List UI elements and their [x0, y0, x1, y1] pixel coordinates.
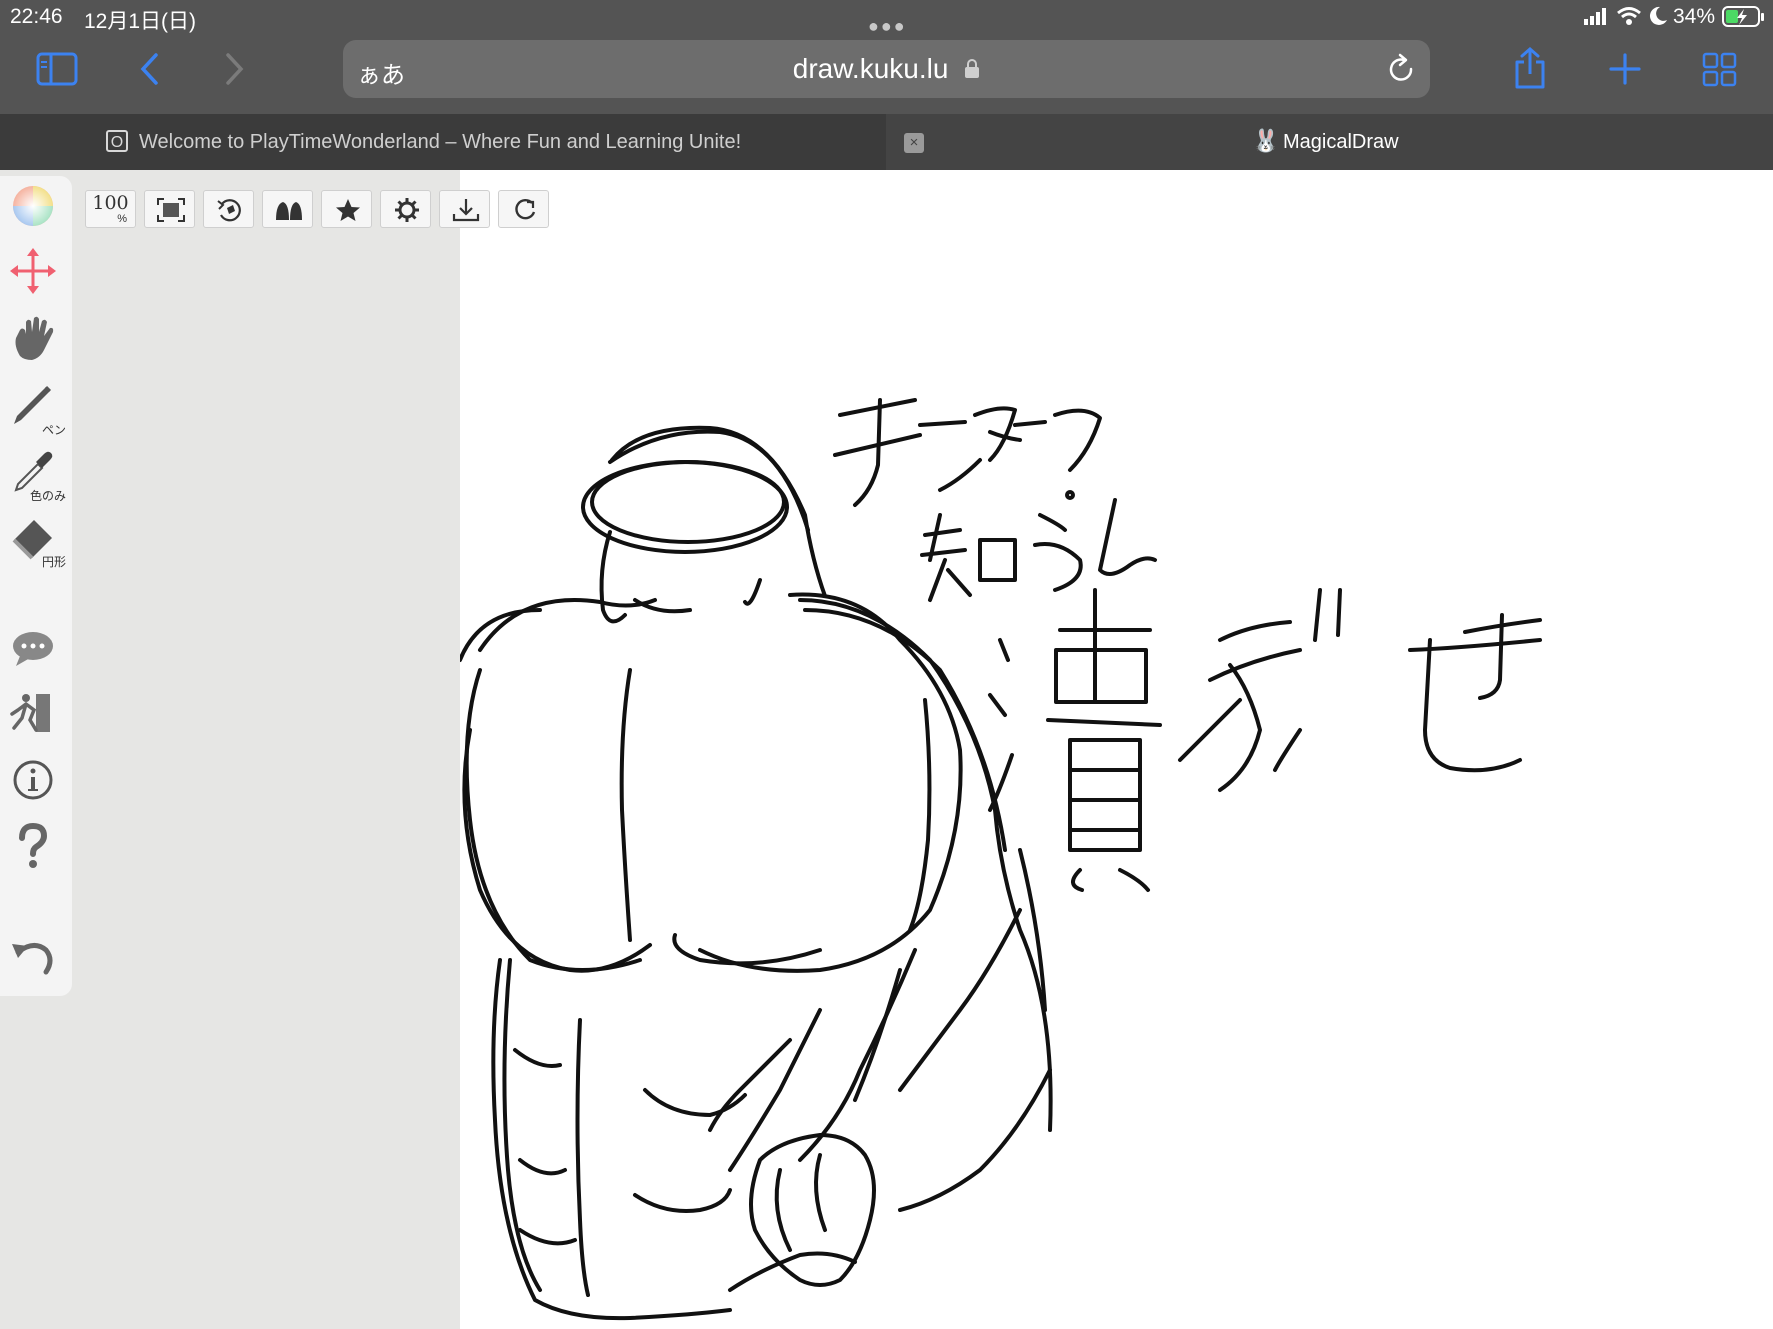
moon-icon	[1649, 6, 1667, 25]
tab-title: MagicalDraw	[1283, 131, 1399, 153]
gear-icon	[395, 198, 419, 222]
color-picker-tool[interactable]	[8, 180, 64, 236]
tab-bar: O Welcome to PlayTimeWonderland – Where …	[0, 114, 1773, 170]
speech-bubble-icon	[13, 632, 53, 666]
favorite-button[interactable]	[321, 190, 372, 228]
chat-button[interactable]	[8, 622, 64, 678]
url-text: draw.kuku.lu	[792, 53, 949, 84]
rotate-canvas-button[interactable]	[203, 190, 254, 228]
rabbit-icon: 🐰	[1252, 128, 1280, 153]
share-icon[interactable]	[1512, 46, 1548, 90]
download-icon	[452, 199, 480, 222]
back-chevron-icon[interactable]	[138, 52, 160, 86]
fit-screen-button[interactable]	[144, 190, 195, 228]
tool-palette: ペン 色のみ 円形	[0, 176, 72, 996]
move-tool[interactable]	[8, 246, 64, 302]
multitasking-dots-icon[interactable]: ●●●	[868, 16, 907, 37]
exit-door-icon	[10, 694, 50, 732]
address-bar[interactable]: ぁあ draw.kuku.lu	[343, 40, 1430, 98]
info-icon	[13, 760, 53, 800]
signal-icon	[1584, 8, 1606, 25]
move-arrows-icon	[10, 248, 56, 294]
star-icon	[336, 199, 360, 221]
undo-arrow-icon	[12, 943, 53, 975]
color-wheel-icon	[13, 186, 53, 226]
download-button[interactable]	[439, 190, 490, 228]
exit-room-button[interactable]	[8, 688, 64, 744]
rotate-icon	[217, 199, 241, 222]
battery-percent: 34%	[1673, 5, 1716, 28]
reload-icon[interactable]	[1384, 52, 1418, 86]
refresh-icon	[515, 198, 536, 220]
refresh-button[interactable]	[498, 190, 549, 228]
color-only-tool-label: 色のみ	[29, 489, 66, 503]
status-time: 22:46	[10, 5, 63, 28]
tab-overview-icon[interactable]	[1702, 52, 1738, 88]
tab-close-button[interactable]: ×	[904, 133, 924, 153]
zoom-100-button[interactable]: 100 %	[85, 190, 136, 228]
o-square-icon: O	[106, 130, 128, 152]
fit-screen-icon	[157, 198, 185, 222]
circle-tool[interactable]: 円形	[8, 510, 66, 569]
color-only-tool[interactable]: 色のみ	[8, 444, 66, 503]
tab-playtimewonderland[interactable]: O Welcome to PlayTimeWonderland – Where …	[0, 114, 886, 170]
drawing-canvas[interactable]	[460, 170, 1773, 1329]
sidebar-toggle-icon[interactable]	[36, 52, 78, 86]
new-tab-plus-icon[interactable]	[1608, 52, 1642, 86]
hand-icon	[15, 316, 54, 360]
browser-chrome: 22:46 12月1日(日) ●●● 34% ぁあ draw.kuku.lu	[0, 0, 1773, 114]
wifi-icon	[1617, 7, 1641, 25]
pen-tool-label: ペン	[41, 423, 66, 437]
undo-button[interactable]	[8, 928, 64, 984]
two-people-icon	[276, 202, 302, 220]
tab-title: Welcome to PlayTimeWonderland – Where Fu…	[139, 131, 742, 153]
layers-users-button[interactable]	[262, 190, 313, 228]
info-button[interactable]	[8, 754, 64, 810]
question-mark-icon	[19, 822, 48, 868]
circle-tool-label: 円形	[41, 555, 66, 569]
lock-icon	[965, 59, 980, 78]
settings-button[interactable]	[380, 190, 431, 228]
help-button[interactable]	[8, 820, 64, 876]
forward-chevron-icon[interactable]	[224, 52, 246, 86]
battery-charging-icon	[1722, 6, 1764, 27]
pen-tool[interactable]: ペン	[8, 378, 66, 437]
hand-tool[interactable]	[8, 312, 64, 368]
status-date: 12月1日(日)	[84, 10, 197, 33]
sketch-drawing	[460, 398, 1542, 1321]
